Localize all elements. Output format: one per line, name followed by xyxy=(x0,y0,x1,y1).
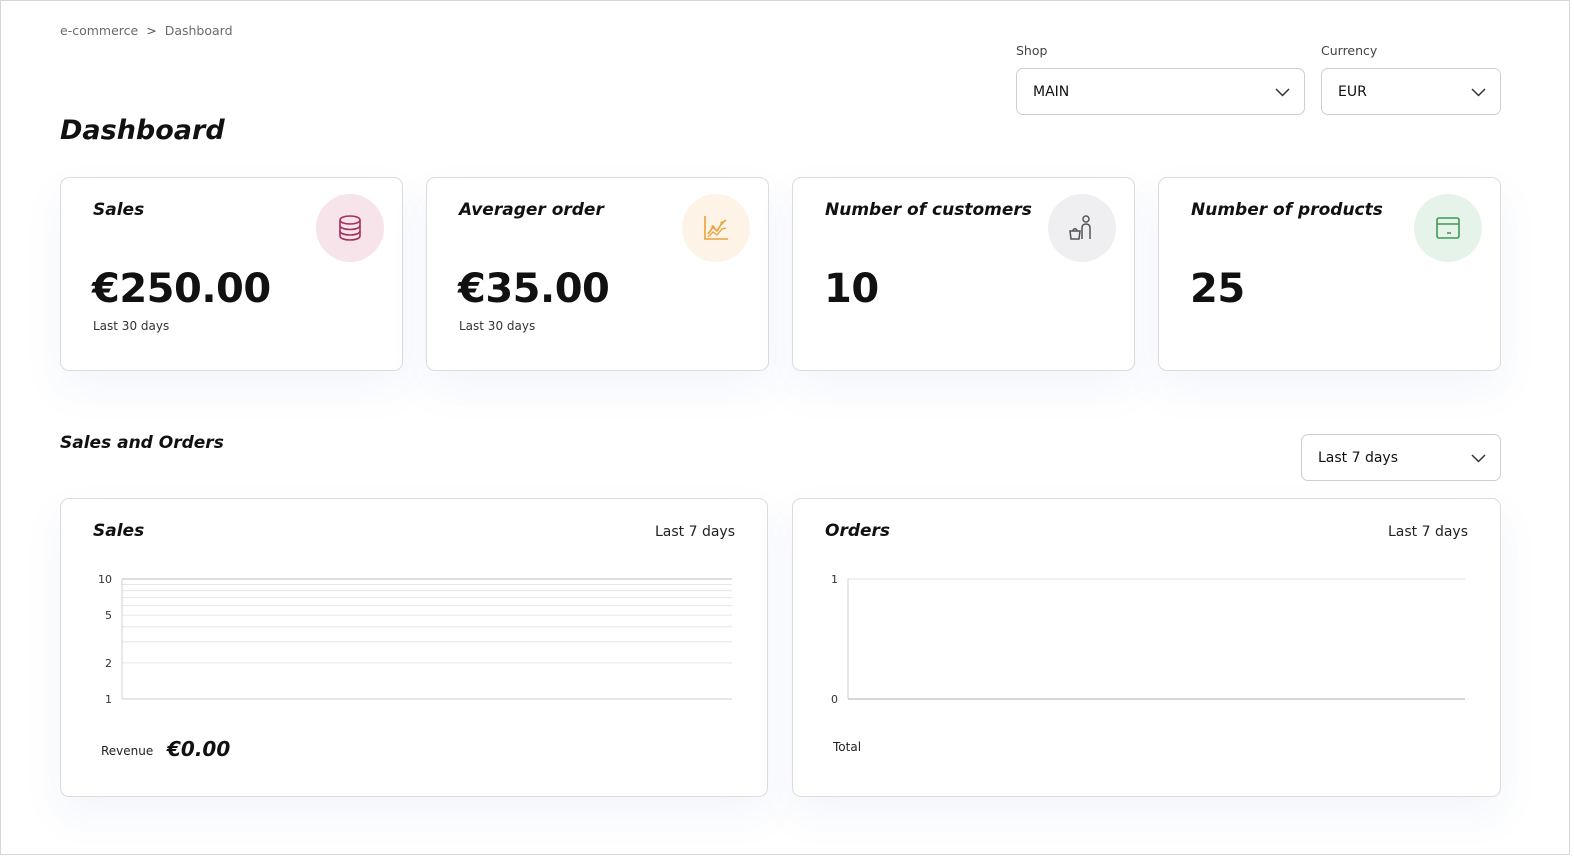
stat-value: €250.00 xyxy=(92,266,271,312)
line-chart-icon xyxy=(704,216,728,240)
stat-title: Number of products xyxy=(1191,200,1383,220)
stat-card-sales: Sales €250.00 Last 30 days xyxy=(60,177,403,371)
stat-value: €35.00 xyxy=(458,266,610,312)
stat-card-customers: Number of customers 10 xyxy=(792,177,1135,371)
y-tick-label: 10 xyxy=(98,573,112,586)
chevron-down-icon xyxy=(1471,88,1486,97)
revenue-value: €0.00 xyxy=(167,737,231,761)
stat-value: 25 xyxy=(1190,266,1245,312)
currency-select-value: EUR xyxy=(1338,83,1367,100)
stat-icon-circle xyxy=(682,194,750,262)
y-tick-label: 5 xyxy=(105,609,112,622)
y-tick-label: 1 xyxy=(105,693,112,706)
stat-title: Sales xyxy=(93,200,145,220)
revenue-label: Revenue xyxy=(101,744,154,758)
shop-label: Shop xyxy=(1016,43,1048,58)
box-icon xyxy=(1436,217,1460,239)
range-select-value: Last 7 days xyxy=(1318,449,1399,466)
chevron-down-icon xyxy=(1275,88,1290,97)
shop-select-value: MAIN xyxy=(1033,83,1070,100)
breadcrumb-separator: > xyxy=(146,23,157,38)
stat-title: Number of customers xyxy=(825,200,1032,220)
breadcrumb-root-link[interactable]: e-commerce xyxy=(60,23,138,38)
stat-value: 10 xyxy=(824,266,879,312)
shop-select[interactable]: MAIN xyxy=(1016,68,1305,115)
sales-chart-card: Sales Last 7 days 10 5 2 1 Revenue €0.00 xyxy=(60,498,768,797)
currency-label: Currency xyxy=(1321,43,1378,58)
stat-icon-circle xyxy=(1048,194,1116,262)
database-icon xyxy=(339,215,361,241)
stat-icon-circle xyxy=(1414,194,1482,262)
app-frame: e-commerce > Dashboard Shop MAIN Currenc… xyxy=(0,0,1570,855)
range-select[interactable]: Last 7 days xyxy=(1301,434,1501,481)
stat-subtitle: Last 30 days xyxy=(459,319,536,333)
y-tick-label: 2 xyxy=(105,657,112,670)
stat-card-products: Number of products 25 xyxy=(1158,177,1501,371)
currency-select[interactable]: EUR xyxy=(1321,68,1501,115)
person-basket-icon xyxy=(1069,215,1091,240)
chevron-down-icon xyxy=(1471,454,1486,463)
y-tick-label: 1 xyxy=(831,573,838,586)
stat-subtitle: Last 30 days xyxy=(93,319,170,333)
breadcrumb: e-commerce > Dashboard xyxy=(60,23,233,38)
orders-chart: 10 xyxy=(831,573,1465,706)
stat-card-average-order: Averager order €35.00 Last 30 days xyxy=(426,177,769,371)
page-title: Dashboard xyxy=(60,115,225,146)
section-title: Sales and Orders xyxy=(60,433,224,453)
y-tick-label: 0 xyxy=(831,693,838,706)
breadcrumb-current: Dashboard xyxy=(164,23,233,38)
stat-title: Averager order xyxy=(459,200,604,220)
orders-chart-card: Orders Last 7 days 10 Total xyxy=(792,498,1501,797)
stat-icon-circle xyxy=(316,194,384,262)
total-label: Total xyxy=(833,740,862,754)
